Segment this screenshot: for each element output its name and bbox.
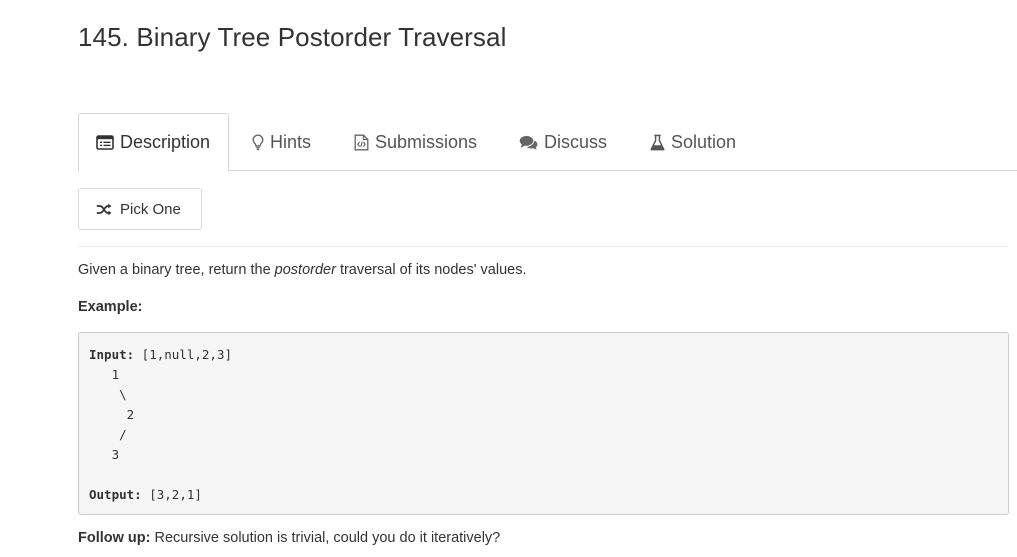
pick-one-label: Pick One <box>120 200 181 218</box>
lightbulb-icon <box>252 133 264 151</box>
tab-description-label: Description <box>120 132 211 152</box>
problem-description: Given a binary tree, return the postorde… <box>78 262 526 278</box>
problem-page: 145. Binary Tree Postorder Traversal Des… <box>0 0 1017 557</box>
comments-icon <box>519 135 538 150</box>
output-label: Output: <box>89 487 142 502</box>
pick-one-button[interactable]: Pick One <box>78 188 202 230</box>
shuffle-icon <box>96 203 112 216</box>
code-file-icon <box>354 134 369 151</box>
follow-up-note: Follow up: Recursive solution is trivial… <box>78 530 500 546</box>
tree-line: 1 <box>89 367 120 382</box>
output-value: [3,2,1] <box>141 487 202 502</box>
tab-submissions-label: Submissions <box>375 131 478 152</box>
tab-discuss-label: Discuss <box>544 131 608 152</box>
tab-discuss[interactable]: Discuss <box>519 113 607 171</box>
tab-hints[interactable]: Hints <box>252 113 311 171</box>
example-code-block: Input: [1,null,2,3] 1 \ 2 / 3 Output: [3… <box>78 332 1009 515</box>
description-text-end: traversal of its nodes' values. <box>335 262 527 278</box>
follow-up-label: Follow up: <box>78 530 151 546</box>
tree-line: \ <box>89 387 127 402</box>
tab-hints-label: Hints <box>270 131 312 152</box>
input-label: Input: <box>89 347 135 362</box>
description-icon <box>96 135 114 150</box>
divider <box>78 246 1008 247</box>
example-heading: Example: <box>78 299 143 315</box>
flask-icon <box>650 134 665 151</box>
tree-line: / <box>89 427 127 442</box>
tree-line: 3 <box>89 447 120 462</box>
tab-submissions[interactable]: Submissions <box>354 113 477 171</box>
follow-up-text: Recursive solution is trivial, could you… <box>150 530 501 546</box>
input-value: [1,null,2,3] <box>134 347 232 362</box>
tree-line: 2 <box>89 407 135 422</box>
description-text-start: Given a binary tree, return the <box>78 262 275 278</box>
tab-solution-label: Solution <box>671 131 737 152</box>
tab-bar: Description Hints Submissions Discuss So… <box>78 113 1017 172</box>
page-title: 145. Binary Tree Postorder Traversal <box>78 22 507 52</box>
tab-solution[interactable]: Solution <box>650 113 736 171</box>
tab-description[interactable]: Description <box>78 113 229 172</box>
description-emphasis: postorder <box>274 262 336 278</box>
